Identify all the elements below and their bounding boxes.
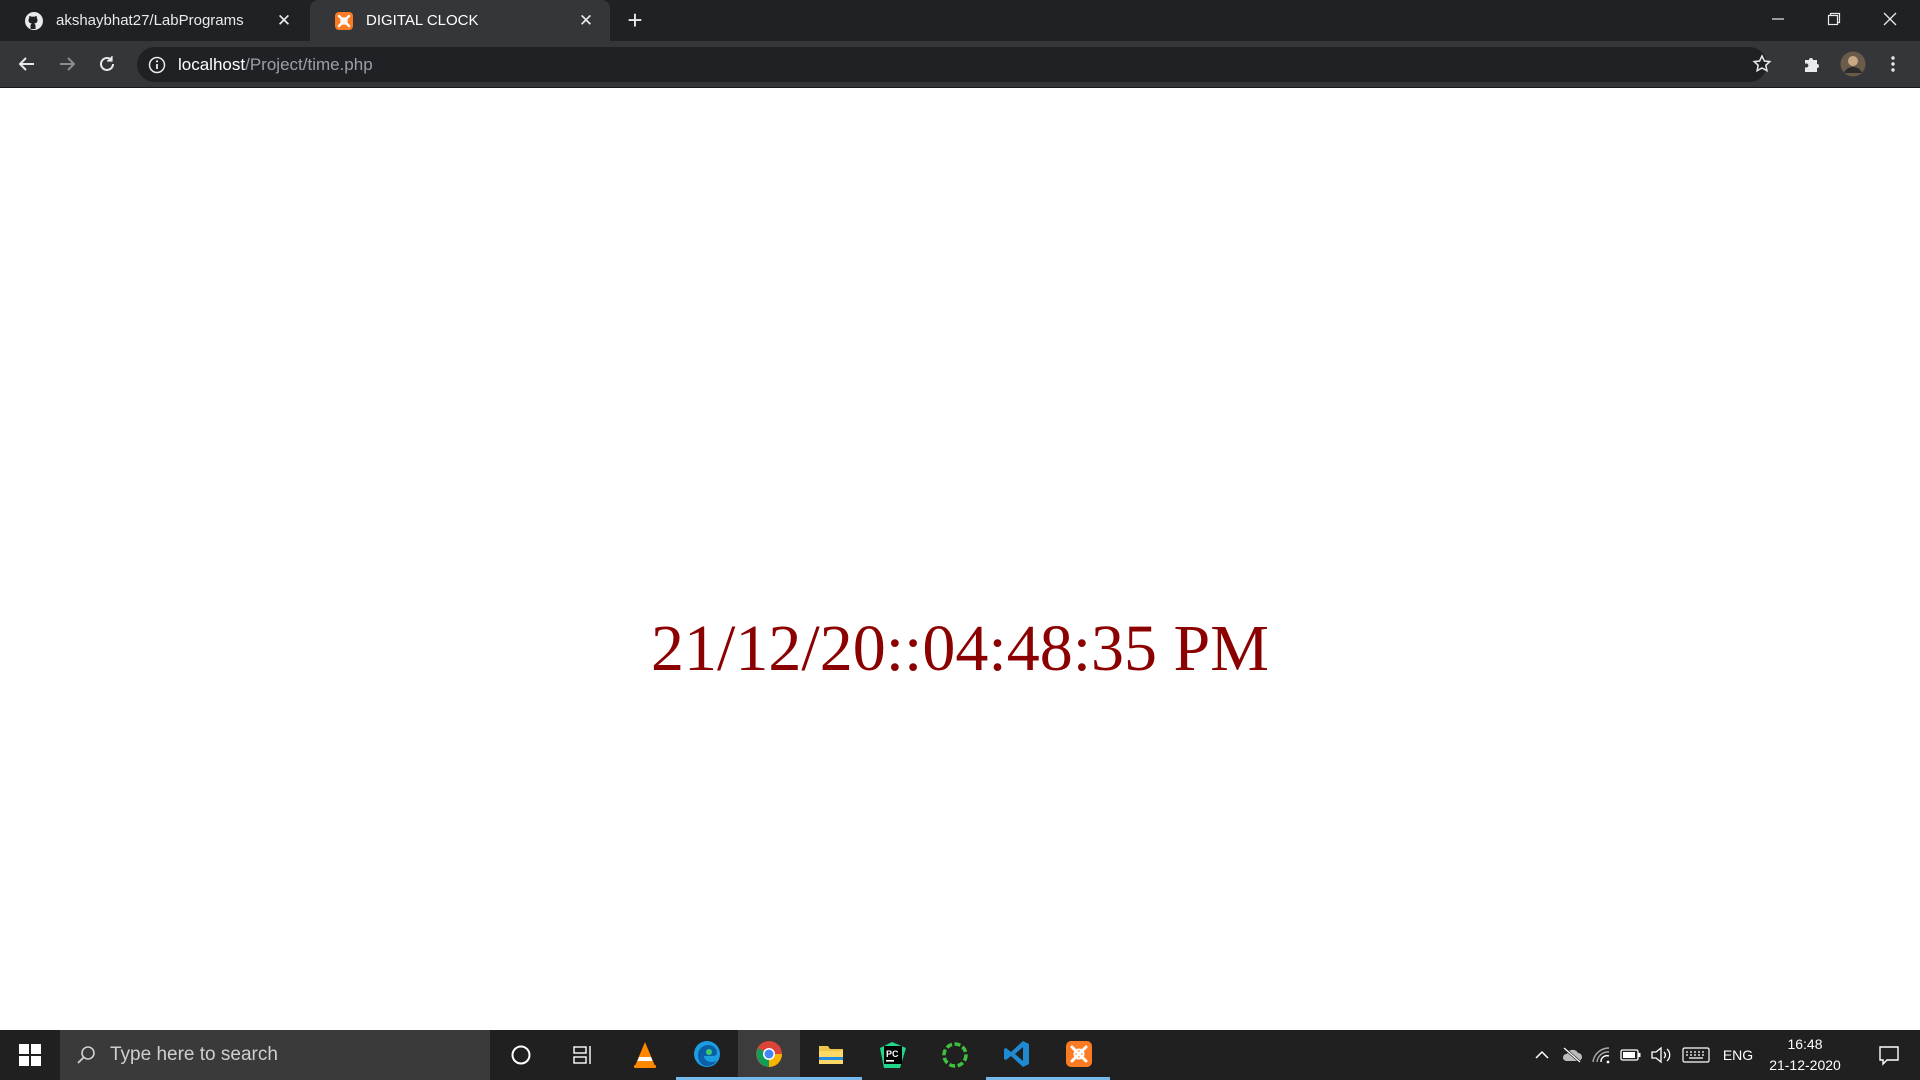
back-arrow-icon: [18, 57, 34, 71]
battery-icon: [1620, 1049, 1641, 1061]
windows-logo-icon: [19, 1044, 41, 1066]
url-path: /Project/time.php: [245, 54, 373, 74]
input-language-indicator[interactable]: ENG: [1718, 1030, 1758, 1080]
tab-digital-clock[interactable]: DIGITAL CLOCK ✕: [310, 0, 610, 41]
new-tab-button[interactable]: +: [622, 7, 648, 34]
refresh-app-icon: [942, 1042, 968, 1068]
restore-button[interactable]: [1806, 0, 1862, 38]
chrome-icon: [756, 1040, 782, 1067]
battery-tray[interactable]: [1618, 1030, 1644, 1080]
pycharm-app[interactable]: PC: [862, 1030, 924, 1080]
task-view-icon: [573, 1046, 591, 1064]
windows-taskbar: Type here to search PC ENG 16:48 21-12-2…: [0, 1030, 1920, 1080]
keyboard-icon: [1682, 1047, 1710, 1063]
url-host: localhost: [178, 54, 246, 74]
tab-title: DIGITAL CLOCK: [366, 12, 479, 29]
show-hidden-icons-button[interactable]: [1530, 1030, 1554, 1080]
close-icon: [1883, 12, 1897, 26]
tab-github[interactable]: akshaybhat27/LabPrograms ✕: [0, 0, 308, 41]
action-center-button[interactable]: [1864, 1030, 1914, 1080]
network-tray[interactable]: [1588, 1030, 1614, 1080]
browser-tab-strip: akshaybhat27/LabPrograms ✕ DIGITAL CLOCK…: [0, 0, 1920, 41]
search-placeholder: Type here to search: [110, 1044, 278, 1065]
vscode-app[interactable]: [986, 1030, 1048, 1080]
chrome-app[interactable]: [738, 1030, 800, 1080]
taskbar-search-box[interactable]: Type here to search: [60, 1030, 490, 1080]
forward-arrow-icon: [60, 57, 76, 71]
notification-icon: [1879, 1046, 1899, 1066]
close-window-button[interactable]: [1862, 0, 1918, 38]
reload-button[interactable]: [92, 49, 122, 79]
browser-menu-button[interactable]: [1878, 49, 1908, 79]
cortana-icon: [511, 1045, 531, 1065]
start-button[interactable]: [0, 1030, 60, 1080]
wifi-icon: [1592, 1047, 1610, 1064]
bookmark-star-button[interactable]: [1747, 49, 1777, 79]
system-time: 16:48: [1787, 1036, 1823, 1052]
back-button[interactable]: [12, 49, 42, 79]
kebab-menu-icon: [1891, 56, 1895, 72]
file-explorer-icon: [819, 1045, 843, 1064]
touch-keyboard-button[interactable]: [1678, 1030, 1714, 1080]
edge-icon: [694, 1040, 720, 1067]
xampp-icon: [1066, 1040, 1092, 1067]
pycharm-icon: PC: [880, 1042, 906, 1068]
close-tab-icon[interactable]: ✕: [274, 11, 294, 31]
sync-app[interactable]: [924, 1030, 986, 1080]
close-tab-icon[interactable]: ✕: [576, 11, 596, 31]
reload-icon: [100, 56, 114, 71]
url-text: localhost/Project/time.php: [178, 55, 373, 75]
cortana-button[interactable]: [490, 1030, 552, 1080]
xampp-app[interactable]: [1048, 1030, 1110, 1080]
avatar-icon: [1840, 51, 1866, 77]
minimize-button[interactable]: [1750, 0, 1806, 38]
web-page-content: 21/12/20::04:48:35 PM: [0, 88, 1920, 1030]
site-info-icon[interactable]: [148, 56, 166, 74]
volume-tray[interactable]: [1648, 1030, 1674, 1080]
system-date: 21-12-2020: [1769, 1057, 1841, 1073]
task-view-button[interactable]: [552, 1030, 614, 1080]
restore-icon: [1827, 12, 1841, 26]
tab-title: akshaybhat27/LabPrograms: [56, 12, 244, 29]
system-clock[interactable]: 16:48 21-12-2020: [1755, 1034, 1855, 1076]
cloud-offline-icon: [1562, 1047, 1582, 1063]
xampp-icon: [334, 11, 354, 31]
profile-avatar[interactable]: [1838, 49, 1868, 79]
browser-toolbar: localhost/Project/time.php: [0, 41, 1920, 88]
edge-app[interactable]: [676, 1030, 738, 1080]
address-bar[interactable]: localhost/Project/time.php: [137, 47, 1767, 82]
minimize-icon: [1772, 18, 1784, 20]
github-icon: [24, 11, 44, 31]
vscode-icon: [1004, 1040, 1029, 1067]
svg-text:PC: PC: [886, 1049, 899, 1059]
search-icon: [77, 1046, 95, 1064]
star-icon: [1752, 54, 1772, 73]
vlc-icon: [634, 1042, 656, 1068]
forward-button[interactable]: [52, 49, 82, 79]
speaker-icon: [1651, 1046, 1671, 1064]
extensions-button[interactable]: [1797, 49, 1827, 79]
file-explorer-app[interactable]: [800, 1030, 862, 1080]
digital-clock-text: 21/12/20::04:48:35 PM: [651, 612, 1269, 685]
chevron-up-icon: [1535, 1050, 1549, 1059]
vlc-app[interactable]: [614, 1030, 676, 1080]
onedrive-tray[interactable]: [1558, 1030, 1586, 1080]
puzzle-icon: [1805, 58, 1819, 72]
